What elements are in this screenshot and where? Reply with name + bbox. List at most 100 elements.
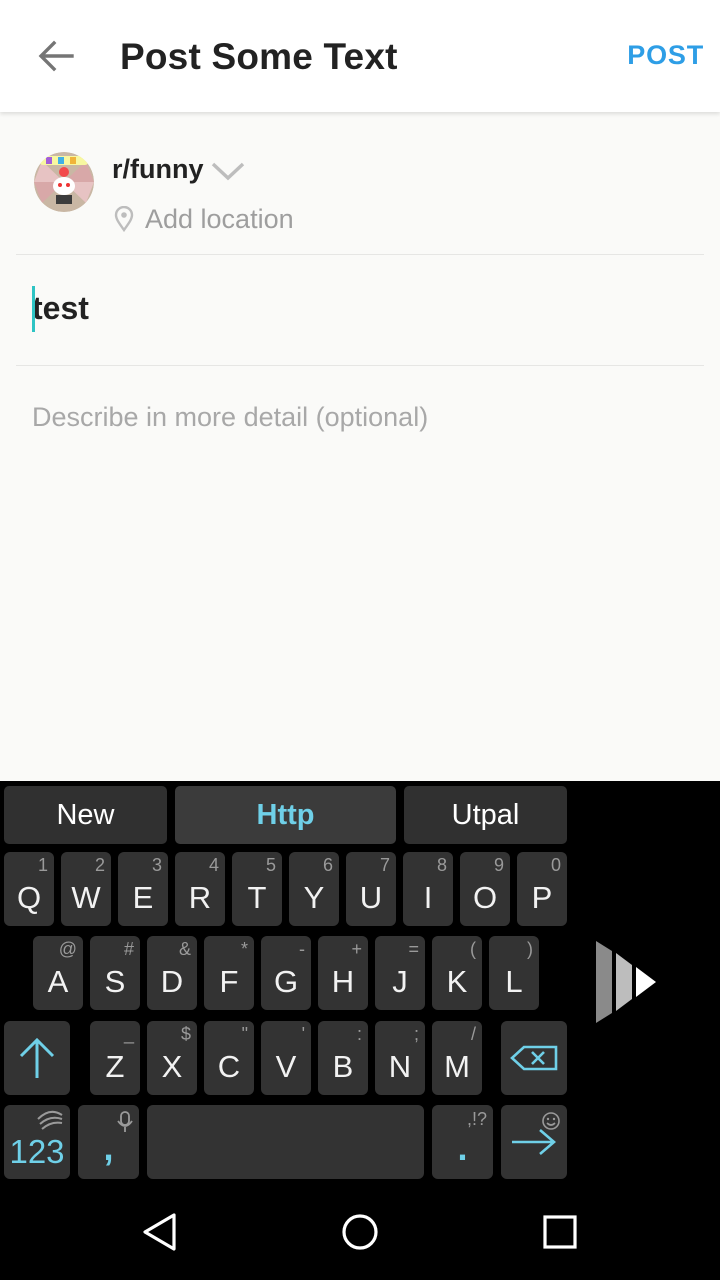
key-i[interactable]: 8I [403,852,453,926]
suggestion-2[interactable]: Http [175,786,396,844]
suggestion-3[interactable]: Utpal [404,786,567,844]
key-d[interactable]: & D [147,936,197,1010]
key-a[interactable]: @ A [33,936,83,1010]
square-recents-icon[interactable] [542,1214,578,1250]
key-label: S [104,964,126,999]
key-secondary-label: & [178,939,191,959]
key-label: Z [105,1049,125,1084]
key-p[interactable]: 0P [517,852,567,926]
key-label: U [359,880,383,915]
key-secondary-label: $ [180,1024,191,1044]
key-secondary-label: " [241,1024,248,1044]
suggestion-1[interactable]: New [4,786,167,844]
key-secondary-label: + [351,939,362,959]
key-label: X [161,1049,183,1084]
key-secondary-label: 9 [493,855,504,875]
key-label: K [446,964,468,999]
key-label: A [47,964,69,999]
key-label: E [132,880,154,915]
space-key[interactable] [147,1105,424,1179]
title-input[interactable]: test [32,290,89,327]
key-label: P [531,880,553,915]
key-secondary-label: * [240,939,248,959]
key-f[interactable]: * F [204,936,254,1010]
key-y[interactable]: 6Y [289,852,339,926]
numbers-key[interactable]: 123 [4,1105,70,1179]
key-secondary-label: - [299,939,305,959]
key-r[interactable]: 4R [175,852,225,926]
key-label: V [275,1049,297,1084]
numbers-key-label: 123 [9,1133,65,1170]
key-label: R [188,880,212,915]
backspace-icon [510,1045,558,1071]
chevron-down-icon[interactable] [210,158,246,184]
period-key[interactable]: . ,!? [432,1105,493,1179]
key-secondary-label: 2 [94,855,105,875]
subreddit-name[interactable]: r/funny [112,154,204,185]
system-nav-bar [0,1180,720,1280]
key-s[interactable]: # S [90,936,140,1010]
circle-home-icon[interactable] [340,1212,380,1252]
key-secondary-label: : [356,1024,362,1044]
key-secondary-label: ' [301,1024,305,1044]
triangle-back-icon[interactable] [140,1212,180,1252]
key-c[interactable]: " C [204,1021,254,1095]
back-button[interactable] [30,34,82,78]
key-secondary-label: # [123,939,134,959]
key-secondary-label: 7 [379,855,390,875]
key-m[interactable]: / M [432,1021,482,1095]
key-u[interactable]: 7U [346,852,396,926]
key-label: Y [303,880,325,915]
key-n[interactable]: ; N [375,1021,425,1095]
key-secondary-label: @ [58,939,77,959]
key-label: O [472,880,498,915]
key-secondary-label: 8 [436,855,447,875]
key-secondary-label: 4 [208,855,219,875]
key-g[interactable]: -G [261,936,311,1010]
subreddit-avatar[interactable] [34,152,94,212]
key-label: G [273,964,299,999]
key-secondary-label: 6 [322,855,333,875]
key-e[interactable]: 3E [118,852,168,926]
key-secondary-label: _ [123,1024,134,1044]
key-o[interactable]: 9O [460,852,510,926]
divider [16,365,704,366]
keyboard-layout-toggle-icon[interactable] [592,939,658,1025]
location-pin-icon [114,206,134,232]
key-z[interactable]: _ Z [90,1021,140,1095]
key-secondary-label: ; [413,1024,419,1044]
key-b[interactable]: :B [318,1021,368,1095]
key-label: B [332,1049,354,1084]
period-secondary: ,!? [466,1109,487,1129]
key-secondary-label: 1 [37,855,48,875]
key-label: F [219,964,239,999]
key-label: H [331,964,355,999]
key-label: I [423,880,433,915]
comma-key[interactable]: , [78,1105,139,1179]
key-t[interactable]: 5T [232,852,282,926]
arrow-right-icon [512,1129,556,1155]
emoji-icon [542,1112,560,1130]
backspace-key[interactable] [501,1021,567,1095]
arrow-up-icon [19,1037,55,1078]
key-k[interactable]: (K [432,936,482,1010]
key-w[interactable]: 2W [61,852,111,926]
enter-key[interactable] [501,1105,567,1179]
shift-key[interactable] [4,1021,70,1095]
key-x[interactable]: $ X [147,1021,197,1095]
text-cursor [32,286,35,332]
key-secondary-label: / [470,1024,476,1044]
key-v[interactable]: ' V [261,1021,311,1095]
key-secondary-label: 3 [151,855,162,875]
body-input[interactable]: Describe in more detail (optional) [32,402,428,433]
key-j[interactable]: = J [375,936,425,1010]
key-q[interactable]: 1Q [4,852,54,926]
add-location-button[interactable]: Add location [145,204,294,235]
page-title: Post Some Text [120,36,398,77]
key-h[interactable]: + H [318,936,368,1010]
key-label: N [388,1049,412,1084]
post-button[interactable]: POST [627,40,704,71]
key-l[interactable]: ) L [489,936,539,1010]
key-secondary-label: = [408,939,419,959]
key-label: D [160,964,184,999]
